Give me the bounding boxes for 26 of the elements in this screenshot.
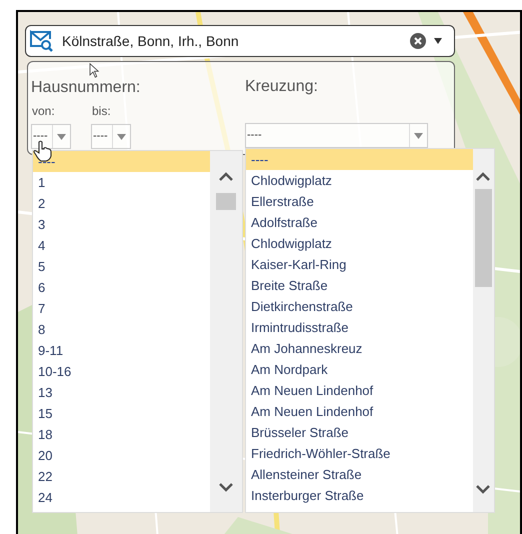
search-text: Kölnstraße, Bonn, Irh., Bonn [62,32,239,50]
scroll-down-icon[interactable] [218,482,234,492]
scrollbar-thumb[interactable] [475,189,492,287]
list-item[interactable]: ---- [246,149,473,170]
crossing-label: Kreuzung: [245,77,318,97]
to-label: bis: [92,103,111,120]
from-dropdown[interactable]: ---- [31,124,71,149]
caret-icon [117,134,126,140]
scrollbar-thumb[interactable] [216,193,236,210]
scroll-up-icon[interactable] [218,172,234,182]
scrollbar[interactable] [210,151,242,512]
scrollbar[interactable] [473,149,494,512]
caret-icon[interactable] [434,38,442,44]
list-item[interactable]: ---- [33,151,210,172]
crossing-dropdown[interactable]: ---- [245,123,428,148]
house-numbers-label: Hausnummern: [31,80,140,96]
scroll-down-icon[interactable] [475,484,491,494]
scroll-up-icon[interactable] [475,172,491,182]
from-label: von: [32,103,55,120]
pointer-cursor-icon [89,63,100,78]
caret-icon [414,132,423,138]
clear-icon[interactable] [410,33,426,49]
caret-icon [57,134,66,140]
search-field[interactable]: Kölnstraße, Bonn, Irh., Bonn [25,25,455,57]
to-dropdown[interactable]: ---- [91,124,131,149]
mail-search-icon [29,29,53,53]
